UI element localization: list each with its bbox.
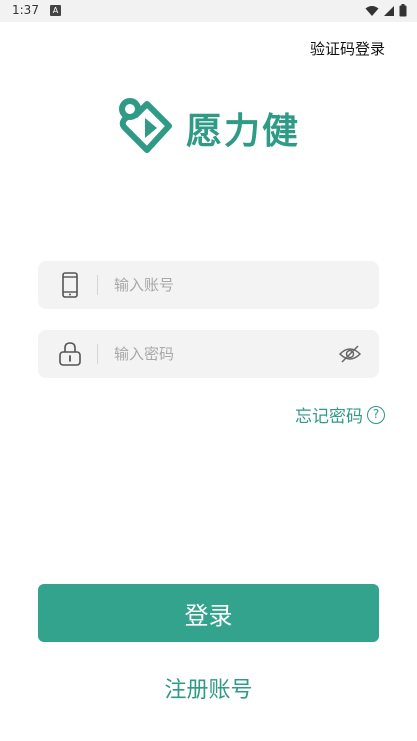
question-icon: ?	[367, 405, 385, 424]
field-divider	[97, 344, 98, 364]
phone-icon	[62, 272, 78, 298]
lock-icon	[59, 342, 81, 366]
field-divider	[97, 275, 98, 295]
brand-name: 愿力健	[186, 111, 301, 152]
eye-hidden-icon[interactable]	[338, 343, 362, 365]
status-bar: 1:37 A	[0, 0, 417, 22]
signal-icon	[384, 5, 394, 16]
account-field	[38, 261, 379, 309]
brand-logo-icon	[119, 98, 172, 153]
account-input[interactable]	[114, 261, 324, 309]
password-field	[38, 330, 379, 378]
forgot-password-link[interactable]: 忘记密码 ?	[295, 402, 385, 427]
wifi-icon	[365, 5, 379, 16]
status-icons	[365, 4, 407, 17]
login-button[interactable]: 登录	[38, 584, 379, 642]
notification-a-icon: A	[50, 5, 61, 16]
password-input[interactable]	[114, 330, 324, 378]
forgot-password-label: 忘记密码	[295, 407, 363, 427]
register-account-link[interactable]: 注册账号	[0, 672, 417, 704]
status-time: 1:37	[12, 3, 39, 17]
battery-icon	[399, 4, 407, 17]
sms-code-login-link[interactable]: 验证码登录	[310, 38, 385, 59]
